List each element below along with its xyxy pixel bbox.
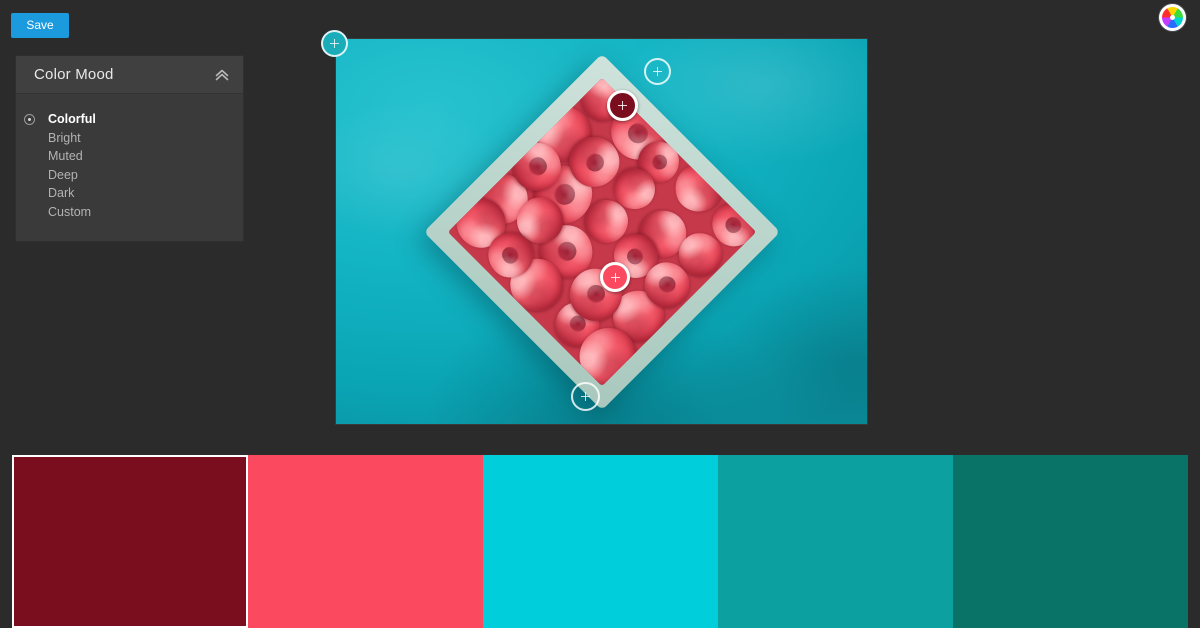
raspberry <box>678 232 722 276</box>
color-mood-option-custom[interactable]: Custom <box>16 203 243 222</box>
color-mood-option-list: Colorful Bright Muted Deep Dark Custom <box>16 110 243 221</box>
swatch-3[interactable] <box>483 455 718 628</box>
color-mood-option-bright[interactable]: Bright <box>16 129 243 148</box>
add-sample-marker[interactable] <box>320 29 348 57</box>
save-button[interactable]: Save <box>11 13 69 38</box>
crosshair-icon <box>610 272 620 282</box>
sample-marker-1[interactable] <box>606 89 638 121</box>
sample-marker-3[interactable] <box>600 262 630 292</box>
color-mood-panel-header[interactable]: Color Mood <box>16 56 243 94</box>
swatch-5[interactable] <box>953 455 1188 628</box>
crosshair-icon <box>580 391 590 401</box>
double-chevron-up-icon[interactable] <box>213 66 231 84</box>
color-wheel-icon <box>1162 7 1183 28</box>
raspberries <box>447 77 756 386</box>
radio-icon <box>24 113 35 125</box>
color-mood-option-label: Muted <box>48 149 83 164</box>
crosshair-icon <box>329 38 339 48</box>
color-mood-panel-body: Colorful Bright Muted Deep Dark Custom <box>16 94 243 241</box>
swatch-1[interactable] <box>12 455 248 628</box>
crosshair-icon <box>652 66 662 76</box>
color-mood-option-label: Colorful <box>48 112 96 127</box>
swatch-4[interactable] <box>718 455 953 628</box>
color-mood-option-muted[interactable]: Muted <box>16 147 243 166</box>
color-mood-option-label: Bright <box>48 130 81 145</box>
color-mood-option-label: Deep <box>48 167 78 182</box>
swatch-2[interactable] <box>248 455 483 628</box>
carton-interior <box>447 77 756 386</box>
image-canvas[interactable] <box>335 38 868 425</box>
color-mood-option-label: Custom <box>48 204 92 219</box>
color-wheel-button[interactable] <box>1159 4 1186 31</box>
palette-strip <box>12 455 1188 628</box>
color-mood-option-dark[interactable]: Dark <box>16 184 243 203</box>
raspberry <box>671 160 726 215</box>
berry-carton <box>423 53 780 410</box>
panel-title: Color Mood <box>34 66 114 83</box>
color-mood-option-deep[interactable]: Deep <box>16 166 243 185</box>
sample-marker-4[interactable] <box>570 381 600 411</box>
color-mood-panel: Color Mood Colorful Bright Muted Deep Dark Cu… <box>15 55 244 242</box>
color-mood-option-colorful[interactable]: Colorful <box>16 110 243 129</box>
color-mood-option-label: Dark <box>48 186 75 201</box>
app-root: Save Color Mood Colorful Bright Muted Deep D… <box>0 0 1200 628</box>
sample-marker-2[interactable] <box>643 57 671 85</box>
source-photo <box>336 39 867 424</box>
crosshair-icon <box>617 100 627 110</box>
